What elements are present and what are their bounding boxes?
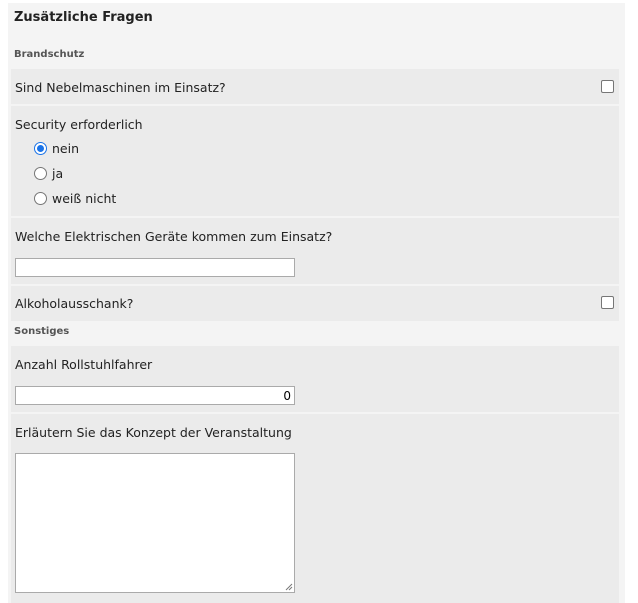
nebelmaschinen-checkbox[interactable] [601,80,614,93]
security-label: Security erforderlich [15,117,143,132]
security-option-weiss-nicht[interactable]: weiß nicht [34,190,116,206]
question-row-nebelmaschinen: Sind Nebelmaschinen im Einsatz? [11,69,619,104]
security-option-label: ja [52,165,64,181]
alkoholausschank-label: Alkoholausschank? [15,296,134,311]
rollstuhlfahrer-number-input[interactable] [15,386,295,405]
rollstuhlfahrer-label: Anzahl Rollstuhlfahrer [15,357,153,372]
resize-handle-icon[interactable] [285,583,293,591]
nebelmaschinen-label: Sind Nebelmaschinen im Einsatz? [15,80,226,95]
radio-button[interactable] [34,166,47,180]
additional-questions-panel: Zusätzliche Fragen Brandschutz Sind Nebe… [8,3,625,603]
security-option-nein[interactable]: nein [34,140,79,156]
security-option-label: nein [52,140,80,156]
elektrische-geraete-label: Welche Elektrischen Geräte kommen zum Ei… [15,229,333,244]
question-row-konzept: Erläutern Sie das Konzept der Veranstalt… [11,414,619,603]
konzept-textarea[interactable] [15,453,295,593]
radio-button[interactable] [34,141,47,155]
section-heading-sonstiges: Sonstiges [14,326,70,337]
question-row-elektrische-geraete: Welche Elektrischen Geräte kommen zum Ei… [11,218,619,284]
konzept-label: Erläutern Sie das Konzept der Veranstalt… [15,425,292,440]
elektrische-geraete-input[interactable] [15,258,295,277]
security-option-ja[interactable]: ja [34,165,63,181]
question-row-security: Security erforderlich nein ja weiß nicht [11,106,619,216]
security-option-label: weiß nicht [52,190,117,206]
question-row-alkoholausschank: Alkoholausschank? [11,286,619,321]
panel-title: Zusätzliche Fragen [14,10,153,25]
question-row-rollstuhlfahrer: Anzahl Rollstuhlfahrer [11,346,619,412]
section-heading-brandschutz: Brandschutz [14,49,85,60]
alkoholausschank-checkbox[interactable] [601,296,614,309]
radio-button[interactable] [34,191,47,205]
